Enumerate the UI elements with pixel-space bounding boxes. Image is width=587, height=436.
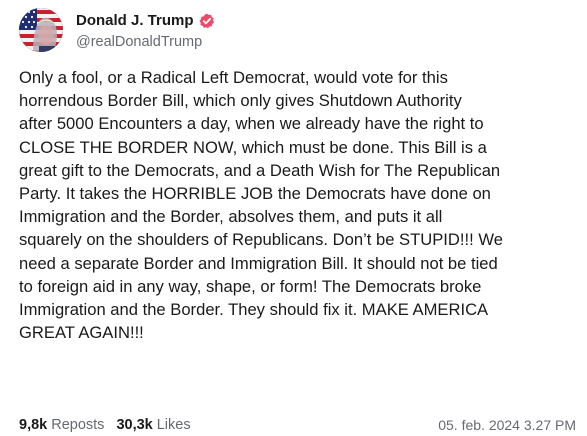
- post-footer: 9,8k Reposts 30,3k Likes 05. feb. 2024 3…: [19, 415, 576, 435]
- post-body-line: Only a fool, or a Radical Left Democrat,…: [19, 68, 448, 87]
- post-body-line: GREAT AGAIN!!!: [19, 323, 144, 343]
- social-post: Donald J. Trump @realDonaldTrump Only a …: [0, 0, 587, 436]
- post-body-line: great gift to the Democrats, and a Death…: [19, 160, 501, 180]
- post-body-line: to foreign aid in any way, shape, or for…: [19, 276, 482, 296]
- verified-badge-icon: [198, 13, 215, 29]
- post-body-line: CLOSE THE BORDER NOW, which must be done…: [19, 137, 487, 157]
- likes-count: 30,3k: [116, 417, 153, 433]
- post-body: Only a fool, or a Radical Left Democrat,…: [19, 66, 579, 344]
- name-row: Donald J. Trump: [76, 11, 215, 31]
- author-display-name[interactable]: Donald J. Trump: [76, 12, 194, 29]
- post-body-line: need a separate Border and Immigration B…: [19, 253, 498, 273]
- author-handle[interactable]: @realDonaldTrump: [76, 34, 215, 50]
- post-body-line: squarely on the shoulders of Republicans…: [19, 230, 503, 250]
- likes-label: Likes: [156, 417, 191, 433]
- likes-stat[interactable]: 30,3k Likes: [116, 417, 190, 433]
- author-names: Donald J. Trump @realDonaldTrump: [76, 11, 215, 50]
- post-body-line: Party. It takes the HORRIBLE JOB the Dem…: [19, 184, 491, 204]
- avatar[interactable]: [19, 8, 63, 52]
- post-body-line: horrendous Border Bill, which only gives…: [19, 91, 462, 111]
- post-body-line: Immigration and the Border, absolves the…: [19, 207, 443, 227]
- reposts-count: 9,8k: [19, 417, 48, 433]
- reposts-label: Reposts: [51, 417, 105, 433]
- post-header: Donald J. Trump @realDonaldTrump: [19, 7, 215, 53]
- reposts-stat[interactable]: 9,8k Reposts: [19, 417, 104, 433]
- post-body-line: after 5000 Encounters a day, when we alr…: [19, 114, 484, 134]
- avatar-image: [19, 8, 63, 52]
- post-body-line: Immigration and the Border. They should …: [19, 300, 489, 320]
- post-timestamp[interactable]: 05. feb. 2024 3.27 PM: [438, 417, 576, 433]
